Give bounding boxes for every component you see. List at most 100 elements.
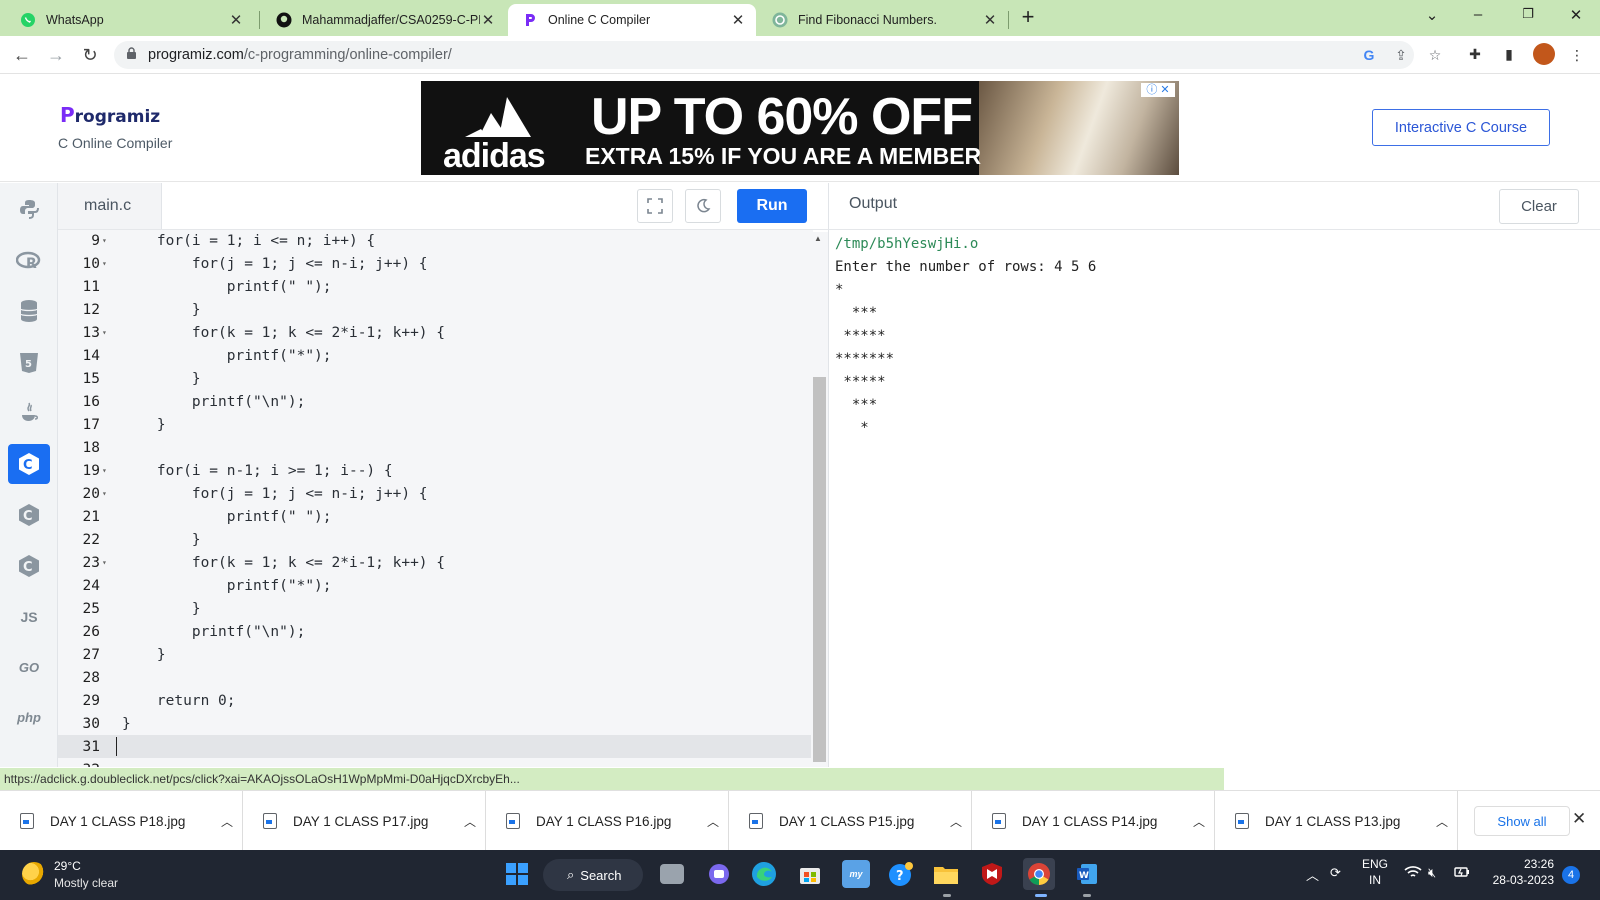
code-line[interactable]: 19 ▾ for(i = n-1; i >= 1; i--) { — [58, 459, 813, 482]
scroll-up-arrow-icon[interactable]: ▲ — [814, 234, 822, 243]
code-line[interactable]: 31 — [58, 735, 813, 758]
extensions-icon[interactable]: ✚ — [1466, 45, 1484, 63]
chevron-up-icon[interactable]: ︿ — [455, 813, 485, 830]
c-language-icon[interactable]: C — [8, 444, 50, 484]
code-line[interactable]: 9 ▾ for(i = 1; i <= n; i++) { — [58, 230, 813, 252]
code-line[interactable]: 22 } — [58, 528, 813, 551]
download-item[interactable]: DAY 1 CLASS P16.jpg ︿ — [486, 791, 729, 851]
fullscreen-icon[interactable] — [637, 189, 673, 223]
code-line[interactable]: 20 ▾ for(j = 1; j <= n-i; j++) { — [58, 482, 813, 505]
chevron-up-icon[interactable]: ︿ — [941, 813, 971, 830]
tab-github[interactable]: Mahammadjaffer/CSA0259-C-PR ✕ — [262, 4, 506, 36]
close-icon[interactable]: ✕ — [982, 11, 998, 29]
code-line[interactable]: 21 printf(" "); — [58, 505, 813, 528]
download-item[interactable]: DAY 1 CLASS P14.jpg ︿ — [972, 791, 1215, 851]
code-line[interactable]: 30} — [58, 712, 813, 735]
minimize-icon[interactable]: – — [1466, 6, 1490, 23]
fold-arrow-icon[interactable]: ▾ — [100, 236, 112, 245]
file-explorer-icon[interactable] — [932, 860, 960, 888]
window-close-icon[interactable]: ✕ — [1564, 6, 1588, 24]
input-language[interactable]: ENG IN — [1362, 856, 1388, 888]
close-icon[interactable]: ✕ — [730, 11, 746, 29]
code-line[interactable]: 11 printf(" "); — [58, 275, 813, 298]
csharp-icon[interactable]: C — [8, 546, 50, 586]
chevron-up-icon[interactable]: ︿ — [212, 813, 242, 830]
download-item[interactable]: DAY 1 CLASS P17.jpg ︿ — [243, 791, 486, 851]
code-line[interactable]: 14 printf("*"); — [58, 344, 813, 367]
download-item[interactable]: DAY 1 CLASS P13.jpg ︿ — [1215, 791, 1458, 851]
tray-overflow-chevron-icon[interactable]: ︿ — [1306, 865, 1319, 884]
wifi-icon[interactable] — [1404, 865, 1422, 882]
run-button[interactable]: Run — [737, 189, 807, 223]
back-icon[interactable]: ← — [10, 43, 34, 67]
output-console[interactable]: /tmp/b5hYeswjHi.o Enter the number of row… — [828, 230, 1600, 767]
html5-icon[interactable]: 5 — [8, 343, 50, 383]
code-line[interactable]: 26 printf("\n"); — [58, 620, 813, 643]
interactive-course-button[interactable]: Interactive C Course — [1372, 109, 1550, 146]
mcafee-icon[interactable] — [978, 860, 1006, 888]
java-icon[interactable] — [8, 393, 50, 433]
restore-icon[interactable]: ❐ — [1516, 6, 1540, 22]
edge-browser-icon[interactable] — [750, 860, 778, 888]
google-translate-icon[interactable]: G — [1360, 46, 1378, 64]
code-line[interactable]: 27 } — [58, 643, 813, 666]
reload-icon[interactable]: ↻ — [78, 43, 102, 67]
chevron-up-icon[interactable]: ︿ — [1184, 813, 1214, 830]
code-line[interactable]: 25 } — [58, 597, 813, 620]
fold-arrow-icon[interactable]: ▾ — [100, 259, 112, 268]
code-line[interactable]: 16 printf("\n"); — [58, 390, 813, 413]
code-line[interactable]: 12 } — [58, 298, 813, 321]
volume-muted-icon[interactable]: 🔇︎ — [1428, 865, 1436, 881]
new-tab-button[interactable]: + — [1016, 5, 1040, 31]
show-all-downloads-button[interactable]: Show all — [1474, 806, 1570, 836]
bookmark-star-icon[interactable]: ☆ — [1426, 46, 1444, 64]
taskbar-search[interactable]: ⌕ Search — [543, 859, 643, 891]
tab-find-fibonacci[interactable]: Find Fibonacci Numbers. ✕ — [758, 4, 1008, 36]
code-line[interactable]: 32 — [58, 758, 813, 768]
address-bar[interactable]: programiz.com/c-programming/online-compi… — [114, 41, 1414, 69]
word-icon[interactable]: W — [1073, 860, 1101, 888]
tab-online-c-compiler[interactable]: Online C Compiler ✕ — [508, 4, 756, 36]
fold-arrow-icon[interactable]: ▾ — [100, 328, 112, 337]
teams-chat-icon[interactable] — [705, 860, 733, 888]
code-line[interactable]: 23 ▾ for(k = 1; k <= 2*i-1; k++) { — [58, 551, 813, 574]
tab-search-icon[interactable]: ⌄ — [1420, 6, 1444, 24]
code-line[interactable]: 15 } — [58, 367, 813, 390]
windows-start-icon[interactable] — [503, 860, 531, 888]
javascript-icon[interactable]: JS — [8, 597, 50, 637]
sync-icon[interactable]: ⟳ — [1330, 865, 1341, 881]
advertisement-banner[interactable]: adidas UP TO 60% OFF EXTRA 15% IF YOU AR… — [421, 81, 1179, 175]
code-editor[interactable]: 9 ▾ for(i = 1; i <= n; i++) {10 ▾ for(j = … — [58, 230, 813, 767]
close-icon[interactable]: ✕ — [228, 11, 244, 29]
profile-avatar[interactable] — [1533, 43, 1555, 65]
myhp-icon[interactable]: my — [842, 860, 870, 888]
tab-whatsapp[interactable]: WhatsApp ✕ — [6, 4, 254, 36]
download-item[interactable]: DAY 1 CLASS P15.jpg ︿ — [729, 791, 972, 851]
close-shelf-icon[interactable]: ✕ — [1572, 809, 1586, 829]
side-panel-icon[interactable]: ▮ — [1500, 45, 1518, 63]
code-line[interactable]: 13 ▾ for(k = 1; k <= 2*i-1; k++) { — [58, 321, 813, 344]
code-line[interactable]: 18 — [58, 436, 813, 459]
notification-badge[interactable]: 4 — [1562, 866, 1580, 884]
menu-kebab-icon[interactable]: ⋮ — [1568, 46, 1586, 64]
fold-arrow-icon[interactable]: ▾ — [100, 489, 112, 498]
close-icon[interactable]: ✕ — [480, 11, 496, 29]
download-item[interactable]: DAY 1 CLASS P18.jpg ︿ — [0, 791, 243, 851]
chevron-up-icon[interactable]: ︿ — [1427, 813, 1457, 830]
go-icon[interactable]: GO — [8, 647, 50, 687]
forward-icon[interactable]: → — [44, 43, 68, 67]
chrome-icon[interactable] — [1023, 858, 1055, 890]
help-icon[interactable]: ? — [887, 860, 915, 888]
task-view-icon[interactable] — [660, 864, 684, 884]
code-line[interactable]: 24 printf("*"); — [58, 574, 813, 597]
code-line[interactable]: 17 } — [58, 413, 813, 436]
clear-output-button[interactable]: Clear — [1499, 189, 1579, 224]
ad-close-icon[interactable]: ⓘ ✕ — [1141, 83, 1175, 97]
fold-arrow-icon[interactable]: ▾ — [100, 558, 112, 567]
editor-scrollbar-thumb[interactable] — [813, 377, 826, 762]
share-icon[interactable]: ⇪ — [1392, 46, 1410, 64]
code-line[interactable]: 28 — [58, 666, 813, 689]
system-clock[interactable]: 23:26 28-03-2023 — [1486, 856, 1554, 888]
microsoft-store-icon[interactable] — [796, 860, 824, 888]
code-line[interactable]: 10 ▾ for(j = 1; j <= n-i; j++) { — [58, 252, 813, 275]
